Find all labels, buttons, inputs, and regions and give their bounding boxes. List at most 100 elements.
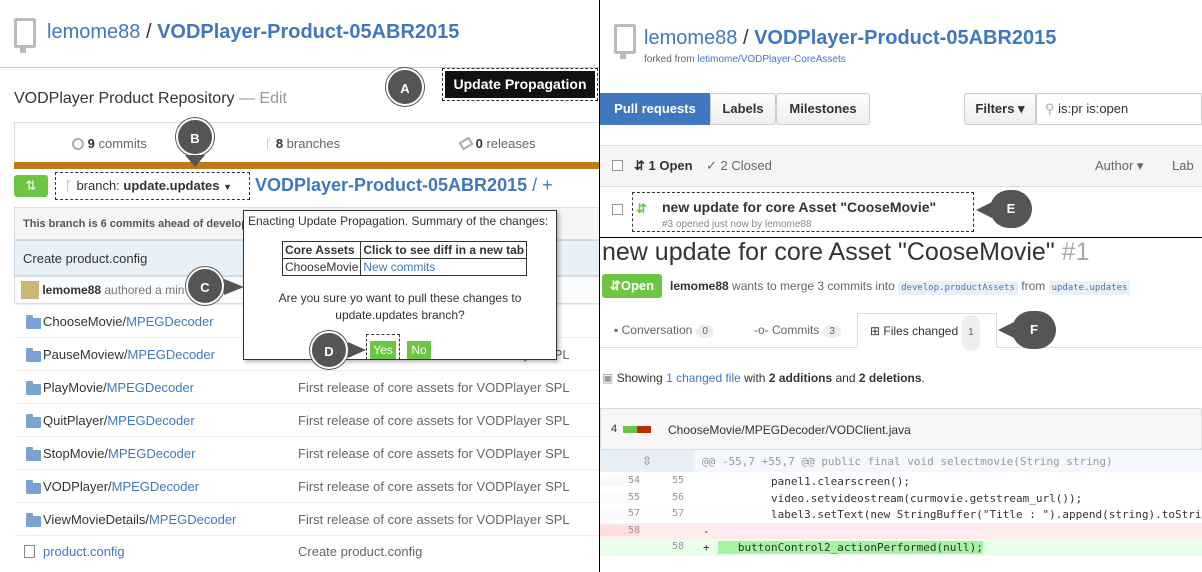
authored-text: authored a min (101, 283, 185, 297)
tab-milestones[interactable]: Milestones (776, 93, 870, 125)
merge-user[interactable]: lemome88 (670, 279, 729, 293)
open-filter[interactable]: ⇵ 1 Open (634, 158, 693, 174)
old-line-number[interactable]: 54 (600, 475, 640, 486)
history-icon (72, 138, 84, 150)
commit-author[interactable]: lemome88 (42, 283, 101, 297)
author-menu[interactable]: Author ▾ (1095, 158, 1143, 174)
file-commit-message[interactable]: First release of core assets for VODPlay… (298, 413, 570, 428)
and-text: and (832, 371, 859, 385)
file-row[interactable]: PlayMovie/MPEGDecoder First release of co… (14, 370, 599, 403)
folder-icon (26, 381, 41, 395)
file-path[interactable]: ChooseMovie/MPEGDecoder (43, 314, 214, 329)
new-line-number[interactable]: 58 (648, 541, 684, 552)
closed-filter[interactable]: ✓ 2 Closed (706, 158, 772, 174)
branch-select[interactable]: ᚴ branch: update.updates ▼ (59, 176, 246, 196)
head-branch: update.updates (1048, 281, 1131, 295)
file-commit-message[interactable]: First release of core assets for VODPlay… (298, 512, 570, 527)
file-icon (24, 545, 35, 558)
file-row[interactable]: StopMovie/MPEGDecoder First release of co… (14, 436, 599, 469)
file-commit-message[interactable]: First release of core assets for VODPlay… (298, 380, 570, 395)
diff-line: 57 57 label3.setText(new StringBuffer("Ti… (600, 506, 1202, 523)
file-change-count: 4 (611, 423, 618, 435)
yes-button[interactable]: Yes (370, 341, 396, 359)
filters-button[interactable]: Filters ▾ (964, 93, 1036, 125)
subfolder-name: MPEGDecoder (148, 512, 237, 527)
diff-summary-icon: ▣ (602, 371, 614, 385)
from-text: from (1017, 279, 1049, 293)
repo-name-link[interactable]: VODPlayer-Product-05ABR2015 (157, 21, 459, 43)
file-commit-message[interactable]: First release of core assets for VODPlay… (298, 446, 570, 461)
pr-checkbox[interactable] (612, 204, 623, 215)
file-row[interactable]: QuitPlayer/MPEGDecoder First release of c… (14, 403, 599, 436)
diff-line: 58 + buttonControl2_actionPerformed(null)… (600, 539, 1202, 556)
diff-line: 58 - (600, 522, 1202, 539)
fork-repo-title: lemome88 / VODPlayer-Product-05ABR2015 (644, 27, 1056, 50)
no-button[interactable]: No (407, 341, 431, 359)
update-dialog: Enacting Update Propagation. Summary of … (243, 210, 557, 360)
callout-e: E (990, 190, 1032, 228)
diff-summary: ▣ Showing 1 changed file with 2 addition… (602, 371, 925, 385)
file-commit-message[interactable]: First release of core assets for VODPlay… (298, 479, 570, 494)
description-text: VODPlayer Product Repository (14, 90, 235, 107)
file-path[interactable]: VODPlayer/MPEGDecoder (43, 479, 199, 494)
config-file-link[interactable]: product.config (43, 544, 125, 559)
old-line-number[interactable]: 58 (600, 524, 640, 536)
edit-link[interactable]: Edit (259, 90, 287, 107)
pr-item-title[interactable]: new update for core Asset "CooseMovie" (662, 199, 936, 215)
new-line-number[interactable]: 55 (648, 475, 684, 486)
avatar (21, 281, 39, 299)
file-path[interactable]: QuitPlayer/MPEGDecoder (43, 413, 195, 428)
diff-file-header: 4 ChooseMovie/MPEGDecoder/VODClient.java (600, 408, 1202, 450)
tab-files-changed[interactable]: ⊞ Files changed 1 (857, 313, 997, 351)
folder-icon (26, 315, 41, 329)
edit-sep: — (234, 90, 260, 107)
breadcrumb-repo[interactable]: VODPlayer-Product-05ABR2015 (255, 175, 527, 195)
diff-file-path[interactable]: ChooseMovie/MPEGDecoder/VODClient.java (668, 423, 911, 437)
deletions: 2 deletions (858, 371, 922, 385)
folder-icon (26, 348, 41, 362)
update-propagation-button[interactable]: Update Propagation (445, 71, 595, 98)
repo-owner-link[interactable]: lemome88 (47, 21, 140, 43)
files-tab-count: 1 (962, 315, 980, 351)
tab-commits[interactable]: -o- Commits 3 (754, 323, 841, 338)
new-line-number[interactable]: 57 (648, 508, 684, 519)
releases-num: 0 (475, 136, 483, 151)
fork-repo-link[interactable]: VODPlayer-Product-05ABR2015 (754, 27, 1056, 49)
branches-stat[interactable]: ᚴ 8 branches (265, 136, 340, 151)
forked-from-link[interactable]: letimome/VODPlayer-CoreAssets (697, 54, 845, 65)
file-row-config[interactable]: product.config Create product.config (14, 535, 599, 568)
new-commits-link[interactable]: New commits (360, 258, 528, 276)
forked-prefix: forked from (644, 54, 698, 65)
file-path[interactable]: PlayMovie/MPEGDecoder (43, 380, 194, 395)
select-all-checkbox[interactable] (612, 160, 623, 171)
fork-owner-link[interactable]: lemome88 (644, 27, 737, 49)
file-path[interactable]: PauseMoview/MPEGDecoder (43, 347, 215, 362)
old-line-number[interactable]: 57 (600, 508, 640, 519)
breadcrumb-add[interactable]: / + (527, 175, 553, 195)
expand-icon[interactable]: ⇳ (600, 450, 694, 472)
file-row[interactable]: VODPlayer/MPEGDecoder First release of co… (14, 469, 599, 502)
compare-button[interactable]: ⇅ (14, 175, 48, 197)
folder-icon (26, 513, 41, 527)
file-path[interactable]: StopMovie/MPEGDecoder (43, 446, 195, 461)
pr-big-title: new update for core Asset "CooseMovie" (602, 238, 1055, 266)
callout-b: B (176, 118, 214, 156)
file-path[interactable]: ViewMovieDetails/MPEGDecoder (43, 512, 236, 527)
new-line-number[interactable]: 56 (648, 492, 684, 503)
chevron-down-icon: ▼ (223, 182, 233, 192)
folder-name: PauseMoview/ (43, 347, 128, 362)
label-menu[interactable]: Lab (1172, 158, 1194, 173)
subfolder-name: MPEGDecoder (108, 446, 196, 461)
search-input[interactable]: ⚲ is:pr is:open (1036, 93, 1202, 125)
releases-stat[interactable]: 0 releases (458, 136, 536, 151)
file-row[interactable]: ViewMovieDetails/MPEGDecoder First releas… (14, 502, 599, 535)
commits-stat[interactable]: 9 commits (72, 136, 147, 151)
changed-files-link[interactable]: 1 changed file (666, 371, 741, 385)
branches-num: 8 (275, 136, 284, 151)
question-line1: Are you sure yo want to pull these chang… (278, 291, 522, 305)
merge-info: lemome88 wants to merge 3 commits into d… (670, 279, 1131, 295)
tab-conversation[interactable]: ▪ Conversation 0 (614, 323, 714, 338)
tab-labels[interactable]: Labels (710, 93, 776, 125)
old-line-number[interactable]: 55 (600, 491, 640, 503)
tab-pull-requests[interactable]: Pull requests (600, 93, 710, 125)
